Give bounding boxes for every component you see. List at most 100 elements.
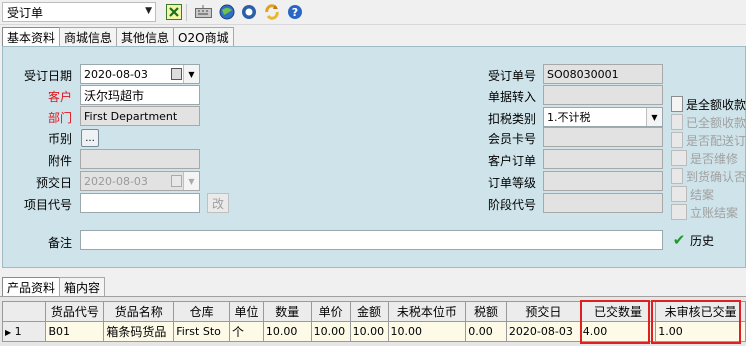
order-number-label: 受订单号 <box>487 69 536 83</box>
checkbox-account-closed[interactable]: 立账结案 <box>671 203 746 221</box>
column-header[interactable]: 金额 <box>349 301 389 322</box>
checkbox-label: 是否维修 <box>690 151 739 166</box>
globe-icon[interactable] <box>218 3 236 21</box>
checkbox-box[interactable] <box>671 132 683 148</box>
status-checkbox-group: 是全额收款 已全额收款 是否配送订 是否维修 到货确认否 结案 立账结案 <box>671 95 746 221</box>
checkbox-box[interactable] <box>671 150 687 166</box>
calendar-icon[interactable] <box>171 68 182 80</box>
remark-field[interactable] <box>80 230 663 250</box>
toolbar-separator <box>186 4 187 21</box>
checkbox-label: 到货确认否 <box>685 169 746 184</box>
tax-category-label: 扣税类别 <box>487 112 536 126</box>
tab-o2o-mall[interactable]: O2O商城 <box>173 27 234 47</box>
row-pointer-icon: ▶ <box>5 328 12 337</box>
column-header[interactable]: 数量 <box>262 301 312 322</box>
checkbox-box[interactable] <box>671 186 687 202</box>
column-header[interactable]: 税额 <box>465 301 507 322</box>
table-cell[interactable]: 2020-08-03 <box>505 321 581 342</box>
customer-label: 客户 <box>47 90 72 104</box>
table-cell[interactable]: First Sto <box>173 321 231 342</box>
highlight-unaudited-qty <box>651 300 741 344</box>
project-code-label: 项目代号 <box>23 198 72 212</box>
document-transfer-label: 单据转入 <box>487 90 536 104</box>
delivery-date-value: 2020-08-03 <box>84 174 148 188</box>
chevron-down-icon[interactable]: ▼ <box>183 172 199 190</box>
column-header[interactable]: 单价 <box>310 301 351 322</box>
remark-label: 备注 <box>47 236 72 250</box>
table-cell[interactable]: 个 <box>229 321 264 342</box>
help-icon[interactable]: ? <box>286 3 304 21</box>
checkmark-icon[interactable]: ✔ <box>671 232 687 248</box>
checkbox-label: 立账结案 <box>690 205 739 220</box>
checkbox-box[interactable] <box>671 96 683 112</box>
change-button[interactable]: 改 <box>207 193 229 213</box>
checkbox-label: 历史 <box>690 233 715 248</box>
checkbox-full-payment[interactable]: 是全额收款 <box>671 95 746 113</box>
calendar-icon[interactable] <box>171 175 182 187</box>
tab-product-info[interactable]: 产品资料 <box>2 277 61 297</box>
delivery-date-picker[interactable]: 2020-08-03 ▼ <box>80 171 200 191</box>
attachment-label: 附件 <box>47 154 72 168</box>
checkbox-box[interactable] <box>671 114 683 130</box>
row-number-cell[interactable]: ▶ 1 <box>1 321 47 342</box>
checkbox-box[interactable] <box>671 168 683 184</box>
table-cell[interactable]: 箱条码货品 <box>103 321 175 342</box>
keyboard-icon[interactable] <box>194 3 212 21</box>
row-number: 1 <box>14 325 22 338</box>
tab-other-info[interactable]: 其他信息 <box>116 27 175 47</box>
checkbox-history[interactable]: ✔ 历史 <box>671 231 714 249</box>
order-date-value: 2020-08-03 <box>84 67 148 81</box>
document-type-select[interactable]: 受订单 ▼ <box>2 2 156 22</box>
document-transfer-field[interactable] <box>543 85 663 105</box>
checkbox-paid-in-full[interactable]: 已全额收款 <box>671 113 746 131</box>
customer-order-field[interactable] <box>543 149 663 169</box>
order-number-field[interactable]: SO08030001 <box>543 64 663 84</box>
order-date-picker[interactable]: 2020-08-03 ▼ <box>80 64 200 84</box>
customer-value: 沃尔玛超市 <box>84 88 145 103</box>
customer-field[interactable]: 沃尔玛超市 <box>80 85 200 105</box>
checkbox-label: 结案 <box>690 187 715 202</box>
stage-code-field[interactable] <box>543 193 663 213</box>
member-card-label: 会员卡号 <box>487 132 536 146</box>
chevron-down-icon[interactable]: ▼ <box>183 65 199 83</box>
table-cell[interactable]: B01 <box>45 321 105 342</box>
column-header[interactable]: 货品名称 <box>103 301 175 322</box>
tab-basic-info[interactable]: 基本资料 <box>2 27 61 47</box>
attachment-field[interactable] <box>80 149 200 169</box>
chevron-down-icon[interactable]: ▼ <box>646 108 662 126</box>
order-level-field[interactable] <box>543 171 663 191</box>
column-header[interactable]: 未税本位币 <box>387 301 467 322</box>
member-card-field[interactable] <box>543 127 663 147</box>
table-cell[interactable]: 10.00 <box>310 321 351 342</box>
top-tab-bar: 基本资料 商城信息 其他信息 O2O商城 <box>2 27 234 47</box>
column-header[interactable]: 单位 <box>229 301 264 322</box>
checkbox-closed[interactable]: 结案 <box>671 185 746 203</box>
checkbox-delivery-order[interactable]: 是否配送订 <box>671 131 746 149</box>
customer-order-label: 客户订单 <box>487 154 536 168</box>
stage-code-label: 阶段代号 <box>487 198 536 212</box>
checkbox-box[interactable] <box>671 204 687 220</box>
chevron-down-icon[interactable]: ▼ <box>145 6 152 16</box>
refresh-icon[interactable] <box>263 3 281 21</box>
row-number-header <box>1 301 47 322</box>
project-code-field[interactable] <box>80 193 200 213</box>
checkbox-repair[interactable]: 是否维修 <box>671 149 746 167</box>
column-header[interactable]: 预交日 <box>505 301 581 322</box>
department-label: 部门 <box>47 111 72 125</box>
column-header[interactable]: 货品代号 <box>45 301 105 322</box>
currency-browse-button[interactable]: ... <box>81 129 99 147</box>
table-cell[interactable]: 10.00 <box>262 321 312 342</box>
tab-box-contents[interactable]: 箱内容 <box>59 277 106 297</box>
exit-icon[interactable] <box>165 3 183 21</box>
checkbox-arrival-confirm[interactable]: 到货确认否 <box>671 167 746 185</box>
department-field[interactable]: First Department <box>80 106 200 126</box>
column-header[interactable]: 仓库 <box>173 301 231 322</box>
table-cell[interactable]: 10.00 <box>387 321 467 342</box>
svg-text:?: ? <box>292 6 298 19</box>
table-cell[interactable]: 10.00 <box>349 321 389 342</box>
table-cell[interactable]: 0.00 <box>465 321 507 342</box>
record-icon[interactable] <box>240 3 258 21</box>
tax-category-value: 1.不计税 <box>547 111 591 124</box>
tax-category-select[interactable]: 1.不计税 ▼ <box>543 107 663 127</box>
tab-mall-info[interactable]: 商城信息 <box>59 27 118 47</box>
